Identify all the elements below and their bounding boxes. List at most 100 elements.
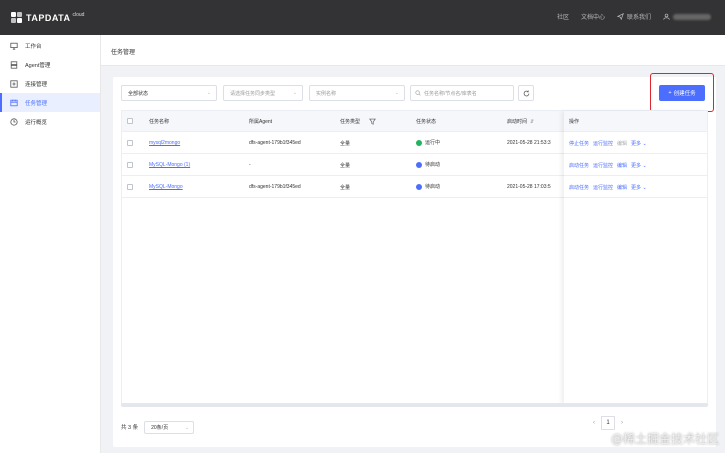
page-title: 任务管理 xyxy=(111,50,136,56)
sidebar-item-workbench[interactable]: 工作台 xyxy=(0,36,100,55)
task-name-link[interactable]: MySQL-Mongo xyxy=(149,184,183,190)
user-menu[interactable] xyxy=(663,13,711,20)
status-label: 运行中 xyxy=(425,140,441,146)
page-size-select[interactable]: 20条/页 ⌄ xyxy=(144,420,195,434)
status-label: 待启动 xyxy=(425,184,441,190)
start-task-button[interactable]: 启动任务 xyxy=(569,184,589,191)
page-header: 任务管理 xyxy=(101,35,725,66)
more-label: 更多 xyxy=(631,141,642,147)
refresh-button[interactable] xyxy=(518,85,534,101)
status-filter-value: 全部状态 xyxy=(128,90,149,97)
user-icon xyxy=(663,13,670,20)
monitor-button[interactable]: 运行监控 xyxy=(593,140,613,147)
row-checkbox[interactable] xyxy=(127,162,133,168)
header-ops: 操作 xyxy=(569,119,580,125)
horizontal-scrollbar[interactable] xyxy=(121,403,708,407)
status-filter-select[interactable]: 全部状态 ⌄ xyxy=(121,85,217,101)
chevron-down-icon: ⌄ xyxy=(184,424,190,431)
row-checkbox[interactable] xyxy=(127,184,133,190)
edit-button[interactable]: 编辑 xyxy=(617,184,627,191)
header-agent: 所属Agent xyxy=(249,119,273,125)
search-icon xyxy=(415,90,421,96)
header-status: 任务状态 xyxy=(416,119,437,125)
more-label: 更多 xyxy=(631,185,642,191)
sidebar-item-label: Agent管理 xyxy=(25,62,51,69)
monitor-button[interactable]: 运行监控 xyxy=(593,162,613,169)
sidebar-item-connections[interactable]: 连接管理 xyxy=(0,74,100,93)
task-type: 全量 xyxy=(340,163,351,169)
chevron-down-icon: ⌄ xyxy=(394,90,399,96)
monitor-button[interactable]: 运行监控 xyxy=(593,184,613,191)
row-actions: 启动任务 运行监控 编辑 更多 ⌄ xyxy=(569,162,647,169)
table-row: mysql2mongo dfs-agent-179b1f345ed 全量 运行中… xyxy=(122,132,707,154)
sync-type-filter-select[interactable]: 请选择任务同步类型 ⌄ xyxy=(223,85,303,101)
page-size-value: 20条/页 xyxy=(151,424,169,431)
clock-icon xyxy=(10,117,18,126)
sidebar: 工作台 Agent管理 连接管理 任务管理 运行概览 xyxy=(0,35,101,453)
start-task-button[interactable]: 启动任务 xyxy=(569,162,589,169)
edit-button[interactable]: 编辑 xyxy=(617,140,627,147)
desktop-icon xyxy=(10,42,18,50)
community-link[interactable]: 社区 xyxy=(557,12,569,21)
task-name-link[interactable]: MySQL-Mongo (1) xyxy=(149,162,190,168)
current-page-button[interactable]: 1 xyxy=(601,416,615,430)
next-page-icon[interactable]: › xyxy=(621,420,623,426)
annotation-highlight-box xyxy=(650,73,714,112)
more-dropdown[interactable]: 更多 ⌄ xyxy=(631,184,647,191)
task-icon xyxy=(10,99,18,107)
task-type: 全量 xyxy=(340,141,351,147)
contact-label: 联系我们 xyxy=(626,15,651,21)
table-header: 任务名称 所属Agent 任务类型 任务状态 启动时间 ⇵ 操作 xyxy=(122,111,707,132)
logo-icon xyxy=(11,12,23,24)
sidebar-item-tasks[interactable]: 任务管理 xyxy=(0,93,100,112)
more-label: 更多 xyxy=(631,163,642,169)
header-start-time-label: 启动时间 xyxy=(507,119,528,125)
task-agent: dfs-agent-179b1f345ed xyxy=(249,184,301,190)
row-actions: 停止任务 运行监控 编辑 更多 ⌄ xyxy=(569,140,647,147)
sidebar-item-overview[interactable]: 运行概览 xyxy=(0,112,100,131)
filter-icon[interactable] xyxy=(369,118,376,125)
main-content: 任务管理 全部状态 ⌄ 请选择任务同步类型 ⌄ 实例名称 ⌄ 任务名称/节点名/… xyxy=(101,35,725,453)
task-name-link[interactable]: mysql2mongo xyxy=(149,140,180,146)
connection-icon xyxy=(10,79,18,88)
brand-sub: cloud xyxy=(72,12,85,18)
send-icon xyxy=(616,13,624,20)
task-agent: dfs-agent-179b1f345ed xyxy=(249,140,301,146)
start-time: 2021-05-28 21:53:3 xyxy=(507,140,551,146)
agent-filter-select[interactable]: 实例名称 ⌄ xyxy=(309,85,405,101)
sort-icon: ⇵ xyxy=(530,118,535,125)
status-badge: 待启动 xyxy=(416,161,440,168)
search-placeholder: 任务名称/节点名/库表名 xyxy=(424,90,477,97)
pagination-left: 共 3 条 20条/页 ⌄ xyxy=(121,420,195,434)
table-row: MySQL-Mongo dfs-agent-179b1f345ed 全量 待启动… xyxy=(122,176,707,198)
row-actions: 启动任务 运行监控 编辑 更多 ⌄ xyxy=(569,184,647,191)
prev-page-icon[interactable]: ‹ xyxy=(593,420,595,426)
task-card: 全部状态 ⌄ 请选择任务同步类型 ⌄ 实例名称 ⌄ 任务名称/节点名/库表名 +… xyxy=(113,73,716,447)
header-start-time[interactable]: 启动时间 ⇵ xyxy=(507,118,535,126)
docs-link[interactable]: 文档中心 xyxy=(581,12,605,21)
stop-task-button[interactable]: 停止任务 xyxy=(569,140,589,147)
total-count: 共 3 条 xyxy=(121,425,139,431)
chevron-down-icon: ⌄ xyxy=(642,185,647,191)
status-pending-icon xyxy=(416,161,422,168)
row-checkbox[interactable] xyxy=(127,140,133,146)
chevron-down-icon: ⌄ xyxy=(292,90,297,96)
task-table: 任务名称 所属Agent 任务类型 任务状态 启动时间 ⇵ 操作 mysql2m… xyxy=(121,110,708,406)
chevron-down-icon: ⌄ xyxy=(642,163,647,169)
refresh-icon xyxy=(523,90,529,96)
more-dropdown[interactable]: 更多 ⌄ xyxy=(631,162,647,169)
status-badge: 运行中 xyxy=(416,139,440,146)
chevron-down-icon: ⌄ xyxy=(206,90,211,96)
edit-button[interactable]: 编辑 xyxy=(617,162,627,169)
table-row: MySQL-Mongo (1) - 全量 待启动 启动任务 运行监控 编辑 更多… xyxy=(122,154,707,176)
logo[interactable]: TAPDATA cloud xyxy=(11,11,84,25)
search-input[interactable]: 任务名称/节点名/库表名 xyxy=(410,85,514,101)
contact-link[interactable]: 联系我们 xyxy=(616,12,651,21)
sidebar-item-agent[interactable]: Agent管理 xyxy=(0,55,100,74)
brand-name: TAPDATA xyxy=(26,13,71,23)
agent-filter-placeholder: 实例名称 xyxy=(316,90,337,97)
more-dropdown[interactable]: 更多 ⌄ xyxy=(631,140,647,147)
select-all-checkbox[interactable] xyxy=(127,118,133,124)
server-icon xyxy=(10,60,18,69)
status-label: 待启动 xyxy=(425,162,441,168)
